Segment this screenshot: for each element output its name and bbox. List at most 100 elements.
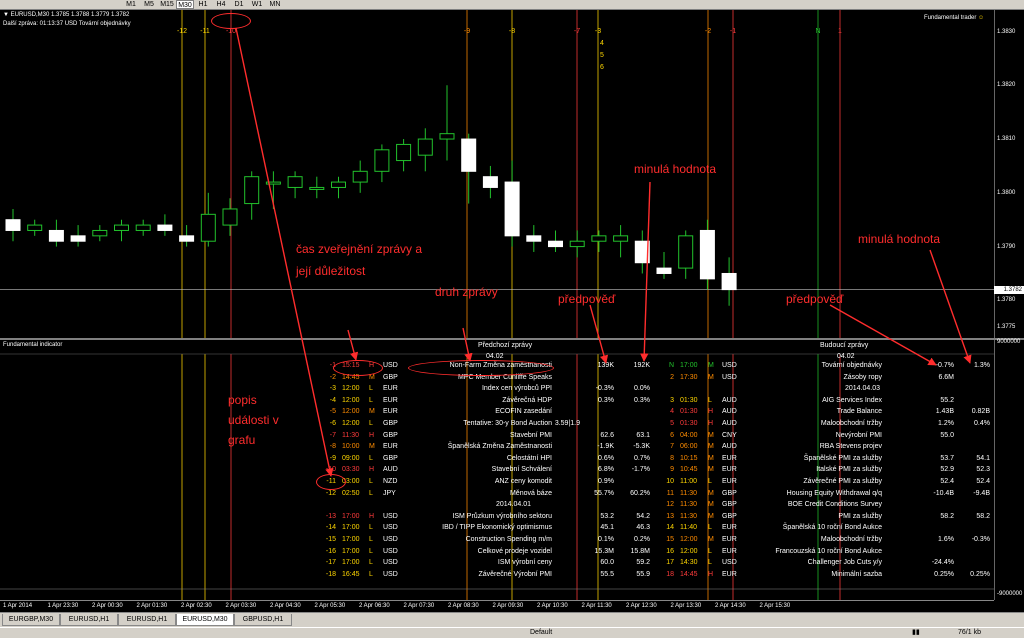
row-importance: L: [369, 385, 373, 393]
row-time: 02:50: [342, 489, 360, 497]
row-currency: EUR: [722, 570, 737, 578]
row-name: AIG Services Index: [822, 396, 882, 404]
timeframe-toolbar: M1 M5 M15 M30 H1 H4 D1 W1 MN: [0, 0, 1024, 10]
row-number: 17: [666, 559, 674, 567]
row-number: -7: [329, 431, 336, 439]
row-previous: 58.2: [976, 512, 990, 520]
candle: [5, 208, 21, 242]
chart-tab[interactable]: EURUSD,H1: [60, 614, 118, 626]
time-tick-label: 1 Apr 23:30: [47, 603, 79, 609]
row-importance: H: [708, 420, 714, 427]
price-tick-label: 1.3780: [997, 297, 1016, 304]
candle: [265, 171, 281, 209]
row-forecast: 45.1: [600, 524, 614, 532]
row-name: ISM Průzkum výrobního sektoru: [452, 512, 552, 520]
row-currency: GBP: [722, 512, 737, 520]
row-name: Francouzská 10 roční Bond Aukce: [775, 547, 882, 555]
price-axis[interactable]: 1.3830 1.3820 1.3810 1.3800 1.3790 1.3780 1.37…: [994, 10, 1024, 600]
row-name: Španělská Změna Zaměstnanosti: [447, 443, 552, 451]
row-name: Construction Spending m/m: [465, 536, 552, 543]
row-currency: AUD: [722, 408, 737, 416]
row-name: Měnová báze: [509, 489, 552, 497]
row-forecast: 55.0: [940, 431, 954, 439]
time-tick-label: 2 Apr 10:30: [537, 603, 568, 609]
row-number: -4: [329, 396, 336, 404]
row-number: 2: [670, 373, 674, 381]
chart-tab[interactable]: GBPUSD,H1: [234, 614, 292, 626]
candle: [331, 176, 346, 199]
timeframe-m30-button[interactable]: M30: [176, 0, 194, 9]
row-importance: M: [708, 443, 714, 451]
timeframe-mn-button[interactable]: MN: [266, 0, 284, 9]
timeframe-h4-button[interactable]: H4: [212, 0, 230, 9]
time-tick-label: 2 Apr 00:30: [92, 603, 123, 609]
row-previous: 54.1: [976, 454, 990, 462]
annotation-time-importance: čas zveřejnění zprávy a její důležitost: [296, 242, 423, 278]
chart-tab[interactable]: EURGBP,M30: [2, 614, 60, 626]
row-importance: M: [708, 512, 714, 520]
row-forecast: -0.7%: [935, 362, 954, 369]
row-importance: M: [369, 408, 375, 416]
row-number: -13: [325, 512, 336, 520]
row-time: 14:45: [680, 570, 698, 578]
candle: [613, 225, 629, 258]
candle: [70, 225, 86, 247]
symbol-icon: ▼: [3, 12, 11, 18]
row-time: 01:30: [680, 396, 698, 404]
row-number: 12: [666, 501, 674, 509]
symbol-info: ▼ EURUSD,M30 1.3785 1.3788 1.3779 1.3782: [3, 12, 129, 18]
row-name: Tovární objednávky: [821, 362, 882, 369]
row-previous: 55.9: [636, 570, 650, 578]
row-currency: JPY: [383, 489, 396, 497]
chart-tab[interactable]: EURUSD,H1: [118, 614, 176, 626]
row-number: N: [668, 362, 674, 369]
row-previous: 46.3: [636, 524, 650, 532]
timeframe-m5-button[interactable]: M5: [140, 0, 158, 9]
row-time: 09:00: [342, 454, 360, 462]
time-tick-label: 2 Apr 02:30: [181, 603, 212, 609]
candle: [222, 198, 238, 236]
candle: [157, 214, 173, 236]
event-label: -2: [704, 28, 712, 35]
row-actual: 3.59|1.9: [554, 420, 580, 427]
row-forecast: 52.4: [940, 478, 954, 485]
timeframe-d1-button[interactable]: D1: [230, 0, 248, 9]
smiley-icon: ☺: [978, 15, 985, 21]
row-time: 17:00: [342, 524, 360, 532]
row-time: 11:30: [342, 431, 359, 439]
row-currency: EUR: [722, 536, 737, 543]
row-forecast: 58.2: [940, 512, 954, 520]
row-importance: L: [708, 478, 712, 485]
indicator-axis-top: 9000000: [997, 339, 1021, 345]
chart-tab[interactable]: EURUSD,M30: [176, 614, 234, 626]
row-currency: AUD: [722, 443, 737, 451]
row-forecast: 6.6M: [938, 373, 954, 381]
row-name: Challenger Job Cuts y/y: [807, 559, 882, 567]
row-number: -3: [329, 385, 336, 393]
time-tick-label: 2 Apr 13:30: [670, 603, 702, 609]
time-tick-label: 2 Apr 07:30: [403, 603, 435, 609]
candle: [721, 257, 737, 306]
price-tick-label: 1.3810: [997, 136, 1016, 143]
timeframe-m1-button[interactable]: M1: [122, 0, 140, 9]
row-time: 12:00: [342, 396, 360, 404]
timeframe-w1-button[interactable]: W1: [248, 0, 266, 9]
candle: [27, 219, 43, 236]
row-importance: M: [708, 362, 714, 369]
annotation-previous-left: minulá hodnota: [634, 162, 717, 176]
annotation-news-type: druh zprávy: [435, 285, 498, 299]
candle: [504, 160, 520, 247]
row-forecast: 0.1%: [598, 536, 614, 543]
row-currency: EUR: [722, 524, 737, 532]
row-number: 13: [666, 512, 674, 520]
timeframe-m15-button[interactable]: M15: [158, 0, 176, 9]
row-previous: 60.2%: [630, 489, 650, 497]
indicator-pane[interactable]: Fundamental indicator Předchozí zprávy B…: [0, 340, 995, 600]
timeframe-h1-button[interactable]: H1: [194, 0, 212, 9]
row-previous: 59.2: [636, 559, 650, 567]
candle: [634, 230, 650, 274]
time-tick-label: 2 Apr 03:30: [225, 603, 257, 609]
row-time: 17:30: [680, 373, 698, 381]
row-previous: -5.3K: [633, 443, 650, 451]
time-tick-label: 1 Apr 2014: [3, 603, 33, 609]
